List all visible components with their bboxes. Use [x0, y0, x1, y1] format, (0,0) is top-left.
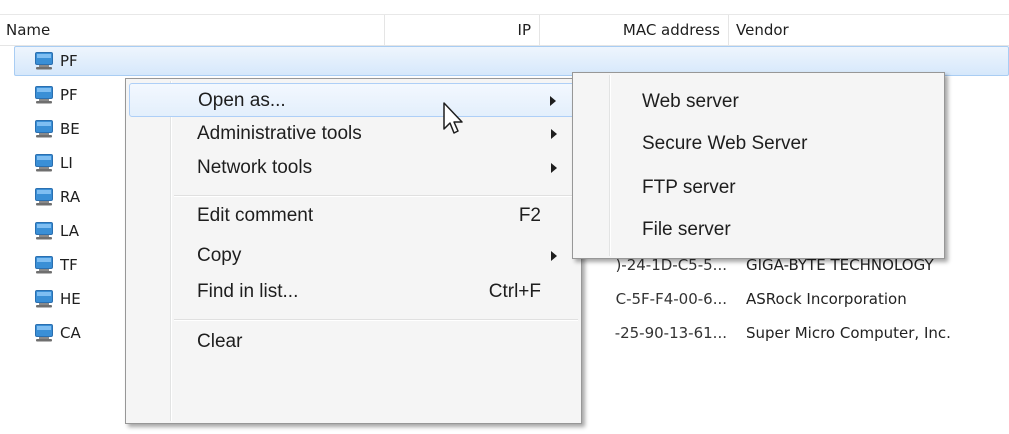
computer-icon — [35, 52, 53, 70]
submenu-item-secure-web-server[interactable]: Secure Web Server — [576, 127, 940, 161]
menu-item-find-in-list[interactable]: Find in list... Ctrl+F — [129, 275, 577, 309]
menu-item-open-as[interactable]: Open as... — [129, 83, 577, 117]
menu-separator — [174, 319, 578, 321]
menu-item-find-in-list-shortcut: Ctrl+F — [488, 281, 541, 302]
chevron-right-icon — [551, 251, 557, 261]
mouse-pointer-icon — [443, 102, 463, 134]
menu-item-edit-comment-label: Edit comment — [197, 205, 314, 226]
column-header-ip[interactable]: IP — [386, 15, 540, 45]
menu-item-clear-label: Clear — [197, 331, 243, 352]
menu-item-network-tools-label: Network tools — [197, 157, 313, 178]
menu-item-find-in-list-label: Find in list... — [197, 281, 299, 302]
menu-item-edit-comment-shortcut: F2 — [518, 205, 541, 226]
menu-item-copy-label: Copy — [197, 245, 242, 266]
menu-separator — [174, 195, 578, 197]
computer-icon — [35, 86, 53, 104]
context-menu: Open as... Administrative tools Network … — [125, 78, 582, 424]
menu-item-administrative-tools-label: Administrative tools — [197, 123, 362, 144]
computer-icon — [35, 324, 53, 342]
submenu-item-web-server[interactable]: Web server — [576, 85, 940, 119]
computer-icon — [35, 154, 53, 172]
computer-icon — [35, 120, 53, 138]
computer-icon — [35, 290, 53, 308]
open-as-submenu: Web server Secure Web Server FTP server … — [572, 72, 945, 259]
computer-icon — [35, 256, 53, 274]
column-header-ip-label: IP — [517, 21, 531, 39]
menu-item-administrative-tools[interactable]: Administrative tools — [129, 117, 577, 151]
menu-item-edit-comment[interactable]: Edit comment F2 — [129, 199, 577, 233]
row-vendor: Super Micro Computer, Inc. — [746, 324, 951, 342]
submenu-item-file-server[interactable]: File server — [576, 213, 940, 247]
row-vendor: ASRock Incorporation — [746, 290, 907, 308]
submenu-item-ftp-server-label: FTP server — [642, 177, 736, 198]
column-header-mac[interactable]: MAC address — [541, 15, 729, 45]
computer-icon — [35, 222, 53, 240]
submenu-item-ftp-server[interactable]: FTP server — [576, 171, 940, 205]
column-header-mac-label: MAC address — [622, 21, 720, 39]
submenu-item-secure-web-server-label: Secure Web Server — [642, 133, 808, 154]
menu-item-clear[interactable]: Clear — [129, 325, 577, 359]
row-ip — [386, 44, 536, 78]
chevron-right-icon — [550, 96, 556, 106]
list-header: Name IP MAC address Vendor — [0, 14, 1009, 46]
submenu-item-web-server-label: Web server — [642, 91, 739, 112]
chevron-right-icon — [551, 163, 557, 173]
menu-item-copy[interactable]: Copy — [129, 239, 577, 273]
row-name: PF — [60, 52, 78, 70]
chevron-right-icon — [551, 129, 557, 139]
menu-item-open-as-label: Open as... — [198, 90, 286, 111]
column-header-name[interactable]: Name — [0, 15, 385, 45]
submenu-item-file-server-label: File server — [642, 219, 731, 240]
computer-icon — [35, 188, 53, 206]
menu-item-network-tools[interactable]: Network tools — [129, 151, 577, 185]
column-header-vendor[interactable]: Vendor — [730, 15, 1009, 45]
